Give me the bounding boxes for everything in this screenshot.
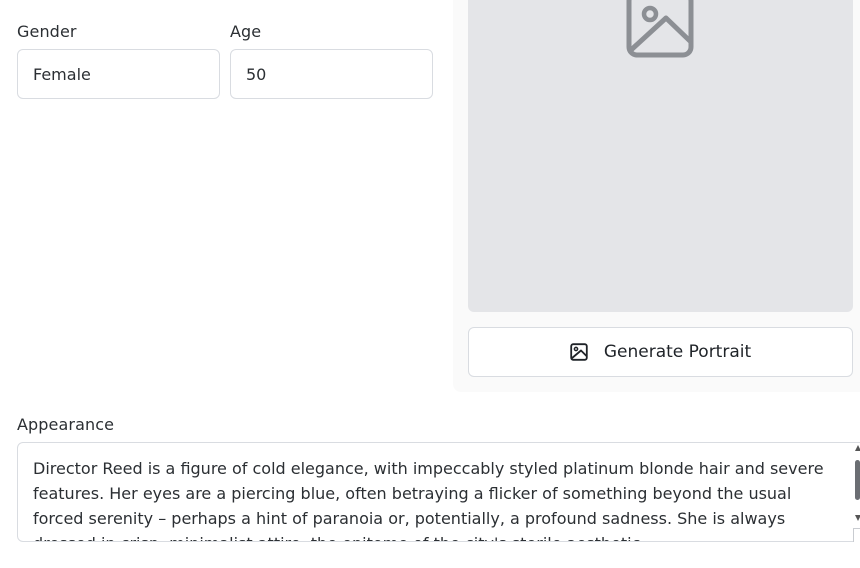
image-icon bbox=[570, 343, 588, 361]
appearance-textarea[interactable]: Director Reed is a figure of cold elegan… bbox=[17, 442, 860, 542]
scroll-down-arrow[interactable] bbox=[855, 515, 860, 521]
appearance-scrollbar[interactable] bbox=[851, 443, 860, 541]
generate-portrait-label: Generate Portrait bbox=[603, 342, 752, 362]
age-field[interactable]: 50 bbox=[230, 49, 433, 99]
scroll-up-arrow[interactable] bbox=[855, 445, 860, 451]
gender-field[interactable]: Female bbox=[17, 49, 220, 99]
appearance-label: Appearance bbox=[17, 415, 115, 434]
gender-label: Gender bbox=[17, 22, 77, 41]
generate-portrait-button[interactable]: Generate Portrait bbox=[468, 327, 853, 377]
scroll-thumb[interactable] bbox=[855, 460, 860, 500]
age-label: Age bbox=[230, 22, 262, 41]
textarea-resize-handle[interactable] bbox=[853, 528, 860, 542]
image-placeholder-icon bbox=[626, 0, 694, 58]
